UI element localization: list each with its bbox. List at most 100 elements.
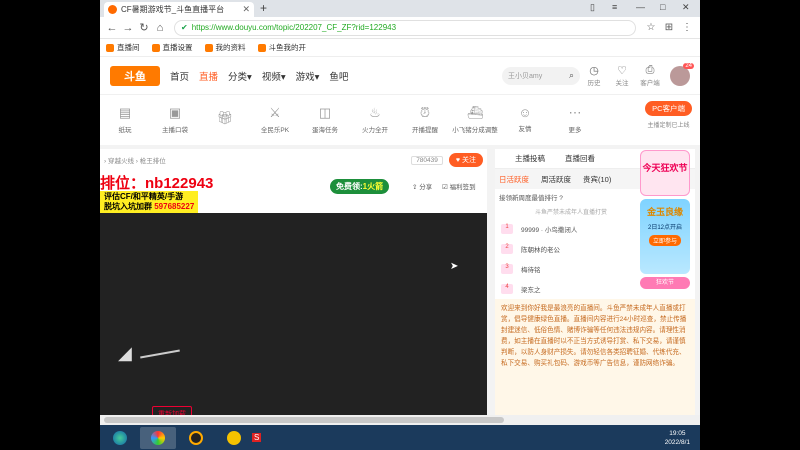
- history-icon: ◷: [589, 65, 599, 77]
- promo-float[interactable]: 今天狂欢节 金玉良缘 2日12点开启 立即参与 狂欢节: [640, 150, 690, 300]
- client-button[interactable]: ⎙ 客户端: [636, 64, 664, 87]
- url-text: https://www.douyu.com/topic/202207_CF_ZF…: [191, 23, 397, 32]
- nav-video[interactable]: 视频▾: [262, 69, 286, 83]
- category-item[interactable]: ◫ 蛋海任务: [300, 105, 350, 134]
- music-icon: [227, 430, 241, 445]
- nav-game[interactable]: 游戏▾: [296, 69, 320, 83]
- rank-overlay-sub: 评估CF/和平精英/手游 脱坑入坑加群 597685227: [100, 191, 199, 213]
- category-item[interactable]: ♨ 火力全开: [350, 105, 400, 134]
- windows-start-icon: [113, 430, 127, 445]
- pc-client-button[interactable]: PC客户端: [645, 101, 692, 116]
- maximize-icon[interactable]: □: [660, 2, 665, 12]
- reload-icon[interactable]: ↻: [136, 21, 152, 34]
- skin-icon[interactable]: ▯: [590, 2, 595, 13]
- loading-glyph: ◢: [118, 343, 132, 363]
- promo-bottom: 狂欢节: [640, 277, 690, 289]
- tab-contributions[interactable]: 主播投稿: [515, 153, 545, 164]
- bookmark-star-icon[interactable]: ☆: [642, 22, 660, 33]
- browser-tab[interactable]: CF暑期游戏节_斗鱼直播平台 ✕: [104, 2, 254, 17]
- main-content: › 穿越火线 › 枪王排位 780439 ♥ 关注 排位：nb122943 评估…: [100, 145, 700, 422]
- menu-icon[interactable]: ≡: [612, 2, 617, 12]
- ime-indicator[interactable]: S: [252, 433, 262, 442]
- bookmark-item[interactable]: 直播间: [106, 42, 140, 53]
- promo-button[interactable]: 立即参与: [648, 235, 681, 246]
- douyu-favicon-icon: [108, 5, 117, 14]
- secure-lock-icon: ✔: [181, 23, 188, 32]
- friends-icon: ☺: [518, 105, 532, 120]
- home-icon[interactable]: ⌂: [152, 22, 168, 34]
- pc-client-promo[interactable]: PC客户端 主播定制已上线: [645, 101, 692, 129]
- checkin-button[interactable]: ☑ 福利签到: [442, 181, 476, 191]
- promo-body: 金玉良缘 2日12点开启 立即参与: [640, 199, 690, 274]
- bookmark-item[interactable]: 斗鱼我的开: [257, 42, 306, 53]
- url-input[interactable]: ✔ https://www.douyu.com/topic/202207_CF_…: [174, 19, 636, 36]
- avatar[interactable]: 24: [670, 62, 694, 86]
- taskbar-browser[interactable]: [140, 426, 176, 449]
- horizontal-scrollbar[interactable]: [100, 415, 700, 425]
- alarm-icon: ⏰︎: [419, 104, 431, 120]
- follow-button[interactable]: ♡ 关注: [608, 64, 636, 87]
- bookmark-item[interactable]: 我的资料: [204, 42, 246, 53]
- share-button[interactable]: ⇪ 分享: [412, 181, 432, 191]
- douyu-logo[interactable]: 斗鱼: [110, 65, 160, 86]
- more-icon: ⋯: [568, 104, 582, 120]
- category-item[interactable]: ▣ 主播口袋: [150, 105, 200, 134]
- room-notice: 欢迎来到你好我是最浪亮的直播间。斗鱼严禁未成年人直播或打赏，倡导健康绿色直播。直…: [495, 299, 695, 415]
- category-item[interactable]: ☺ 友情: [500, 105, 550, 133]
- pk-icon: ⚔: [269, 104, 281, 120]
- taskbar: S 19:05 2022/8/1: [100, 425, 700, 450]
- category-item[interactable]: ⋯ 更多: [550, 105, 600, 134]
- category-item[interactable]: ⏰︎ 开播提醒: [400, 105, 450, 134]
- category-item[interactable]: ▤ 纸玩: [100, 105, 150, 134]
- video-player[interactable]: ◢ ➤ 重新加载: [100, 213, 487, 422]
- extensions-icon[interactable]: ⊞: [660, 22, 678, 33]
- store-icon: ▣: [168, 104, 182, 120]
- history-button[interactable]: ◷ 历史: [580, 64, 608, 87]
- category-strip: ▤ 纸玩 ▣ 主播口袋 🎁︎ ⚔ 全民乐PK ◫ 蛋海任务 ♨ 火力全开 ⏰︎ 开播提醒 ⛴…: [100, 95, 700, 143]
- close-window-icon[interactable]: ✕: [682, 2, 690, 13]
- tab-vip[interactable]: 贵宾(10): [583, 174, 611, 185]
- site-header: 斗鱼 首页 直播 分类▾ 视频▾ 游戏▾ 鱼吧 王小贝amy ⌕ ◷ 历史 ♡ 关注…: [100, 57, 700, 95]
- category-item[interactable]: 🎁︎: [200, 110, 250, 129]
- breadcrumb: › 穿越火线 › 枪王排位 780439 ♥ 关注: [100, 149, 487, 171]
- viewer-count: 780439: [411, 155, 443, 165]
- nav-home[interactable]: 首页: [170, 69, 189, 83]
- new-tab-button[interactable]: +: [260, 1, 267, 15]
- paper-icon: ▤: [118, 104, 132, 120]
- mouse-cursor-icon: ➤: [450, 261, 459, 272]
- category-item[interactable]: ⛴ 小飞猪分成调整: [450, 105, 500, 134]
- bookmark-item[interactable]: 直播设置: [151, 42, 193, 53]
- nav-live[interactable]: 直播: [199, 69, 218, 83]
- tab-daily[interactable]: 日活跃度: [499, 174, 529, 185]
- gift-icon: 🎁︎: [216, 109, 234, 125]
- ad-icon: ◫: [318, 104, 332, 120]
- taskbar-music[interactable]: [216, 427, 252, 449]
- close-tab-icon[interactable]: ✕: [242, 4, 250, 15]
- tab-replay[interactable]: 直播回看: [565, 153, 595, 164]
- minimize-icon[interactable]: —: [636, 2, 645, 12]
- tab-title: CF暑期游戏节_斗鱼直播平台: [121, 5, 225, 14]
- tab-weekly[interactable]: 周活跃度: [541, 174, 571, 185]
- clock[interactable]: 19:05 2022/8/1: [665, 429, 700, 447]
- forward-icon[interactable]: →: [120, 22, 136, 34]
- room-title-row: 排位：nb122943 评估CF/和平精英/手游 脱坑入坑加群 59768522…: [100, 171, 487, 213]
- bookmarks-bar: 直播间 直播设置 我的资料 斗鱼我的开: [100, 39, 700, 57]
- app-icon: [189, 430, 203, 445]
- start-button[interactable]: [102, 427, 138, 449]
- browser-window: CF暑期游戏节_斗鱼直播平台 ✕ + ▯ ≡ — □ ✕ ← → ↻ ⌂ ✔ h…: [100, 0, 700, 450]
- follow-button[interactable]: ♥ 关注: [448, 153, 483, 167]
- taskbar-app[interactable]: [178, 427, 214, 449]
- free-gift-button[interactable]: 免费领:1火箭: [330, 179, 390, 194]
- rank-overlay-title: 排位：nb122943: [100, 172, 214, 193]
- nav-fishbar[interactable]: 鱼吧: [329, 69, 348, 83]
- back-icon[interactable]: ←: [104, 22, 120, 34]
- more-icon[interactable]: ⋮: [678, 22, 696, 33]
- promo-top: 今天狂欢节: [640, 150, 690, 196]
- nav-category[interactable]: 分类▾: [228, 69, 252, 83]
- browser-icon: [151, 430, 165, 445]
- search-icon[interactable]: ⌕: [569, 70, 574, 81]
- search-input[interactable]: 王小贝amy ⌕: [502, 66, 580, 85]
- follow-icon: ♡: [617, 65, 627, 77]
- category-item[interactable]: ⚔ 全民乐PK: [250, 105, 300, 134]
- loading-stroke: [140, 349, 180, 359]
